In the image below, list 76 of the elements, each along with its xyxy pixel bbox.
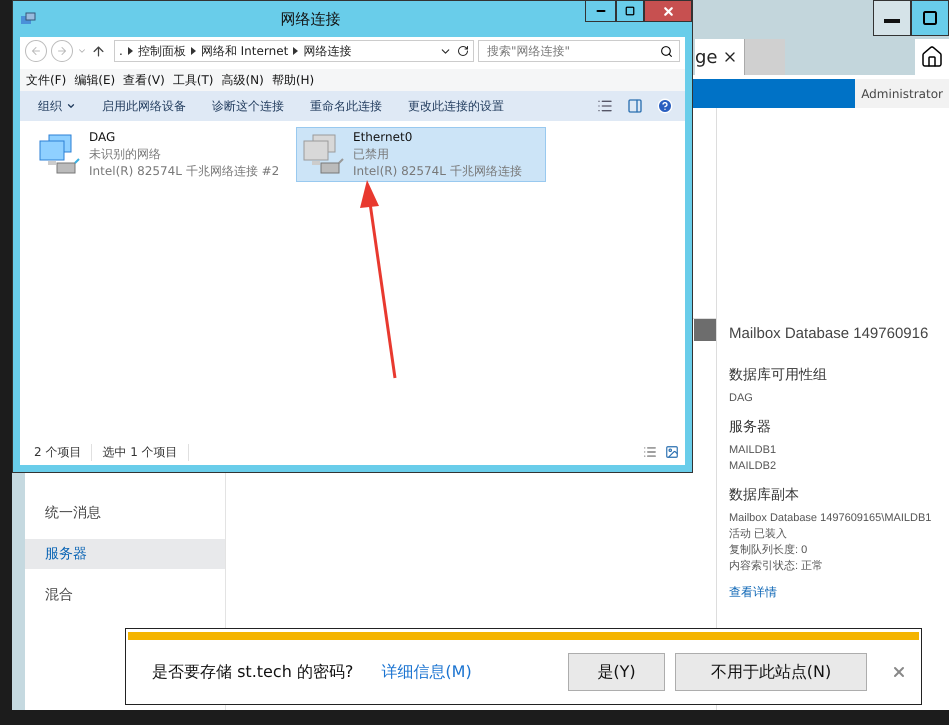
breadcrumb-item[interactable]: . (119, 44, 123, 58)
maximize-button[interactable] (616, 1, 644, 22)
network-adapter-icon (37, 132, 81, 176)
view-options-icon[interactable] (597, 98, 613, 114)
detail-line: Mailbox Database 1497609165\MAILDB1 (729, 511, 932, 526)
status-text: 2 个项目 (34, 444, 92, 460)
maximize-icon (922, 10, 938, 26)
preview-pane-icon[interactable] (627, 98, 643, 114)
detail-line: MAILDB2 (729, 459, 778, 474)
browser-tab[interactable]: ge (695, 39, 744, 75)
breadcrumb-arrow-icon (190, 47, 196, 55)
maximize-button[interactable] (911, 0, 949, 36)
help-icon[interactable] (657, 98, 673, 114)
command-button[interactable]: 启用此网络设备 (102, 98, 186, 114)
dialog-button[interactable]: 不用于此站点(N) (675, 653, 867, 691)
forward-arrow-icon (56, 45, 68, 57)
command-button[interactable]: 组织 (38, 98, 76, 114)
menu-item[interactable]: 编辑(E) (74, 72, 116, 88)
minimize-button[interactable] (873, 0, 911, 36)
breadcrumb-arrow-icon (293, 47, 298, 55)
close-icon (662, 4, 674, 18)
menu-item[interactable]: 高级(N) (222, 72, 264, 88)
large-icons-view-icon[interactable] (665, 445, 679, 459)
window-title: 网络连接 (280, 10, 342, 28)
more-info-link[interactable]: 详细信息(M) (381, 662, 472, 682)
home-icon[interactable] (915, 39, 949, 75)
section-heading: 数据库副本 (729, 486, 800, 504)
breadcrumb-item[interactable]: 网络和 Internet (200, 42, 288, 60)
command-button[interactable]: 重命名此连接 (310, 98, 382, 114)
connection-status: 未识别的网络 (89, 146, 162, 163)
menu-item[interactable]: 工具(T) (172, 72, 214, 88)
connection-item[interactable]: DAG 未识别的网络 Intel(R) 82574L 千兆网络连接 #2 (32, 127, 282, 182)
status-text: 选中 1 个项目 (102, 444, 189, 460)
breadcrumb-item[interactable]: 网络连接 (303, 42, 352, 60)
user-name[interactable]: Administrator (855, 79, 949, 108)
section-heading: 服务器 (729, 418, 772, 436)
menu-item[interactable]: 文件(F) (26, 72, 66, 88)
close-button[interactable] (644, 1, 692, 22)
minimize-icon (884, 19, 900, 23)
connection-name: DAG (89, 129, 116, 146)
breadcrumb-item[interactable]: 控制面板 (138, 42, 186, 60)
minimize-button[interactable] (585, 1, 616, 22)
view-details-link[interactable]: 查看详情 (729, 584, 949, 601)
connection-status: 已禁用 (353, 146, 390, 163)
command-button[interactable]: 诊断这个连接 (212, 98, 284, 114)
dialog-button[interactable]: 是(Y) (568, 653, 665, 691)
nav-item[interactable]: 统一消息 (25, 498, 225, 528)
caret-icon (66, 101, 76, 111)
adapter-name: Intel(R) 82574L 千兆网络连接 (353, 163, 522, 180)
address-field[interactable]: . 控制面板 网络和 Internet 网络连接 (114, 40, 474, 62)
detail-line: 内容索引状态: 正常 (729, 558, 824, 574)
nav-item[interactable]: 混合 (25, 580, 225, 610)
search-icon (660, 44, 673, 58)
up-button[interactable] (91, 44, 106, 58)
refresh-icon[interactable] (457, 45, 469, 57)
breadcrumb-arrow-icon (128, 47, 133, 55)
maximize-icon (625, 6, 635, 16)
network-folder-icon (20, 11, 36, 27)
details-title: Mailbox Database 149760916 (729, 325, 930, 342)
details-view-icon[interactable] (643, 445, 657, 459)
detail-line: MAILDB1 (729, 443, 778, 458)
network-adapter-icon (301, 132, 345, 176)
detail-line: DAG (729, 391, 754, 406)
command-button[interactable]: 更改此连接的设置 (408, 98, 504, 114)
back-arrow-icon (30, 45, 42, 57)
connection-name: Ethernet0 (353, 129, 414, 146)
detail-line: 活动 已装入 (729, 527, 788, 542)
menu-item[interactable]: 查看(V) (123, 72, 165, 88)
section-heading: 数据库可用性组 (729, 366, 828, 384)
search-box[interactable]: 搜索"网络连接" (478, 40, 680, 62)
menu-item[interactable]: 帮助(H) (272, 72, 314, 88)
save-password-message: 是否要存储 st.tech 的密码? (152, 662, 354, 682)
selected-row (694, 319, 716, 341)
detail-line: 复制队列长度: 0 (729, 542, 808, 558)
nav-item[interactable]: 服务器 (25, 539, 225, 569)
adapter-name: Intel(R) 82574L 千兆网络连接 #2 (89, 163, 280, 180)
